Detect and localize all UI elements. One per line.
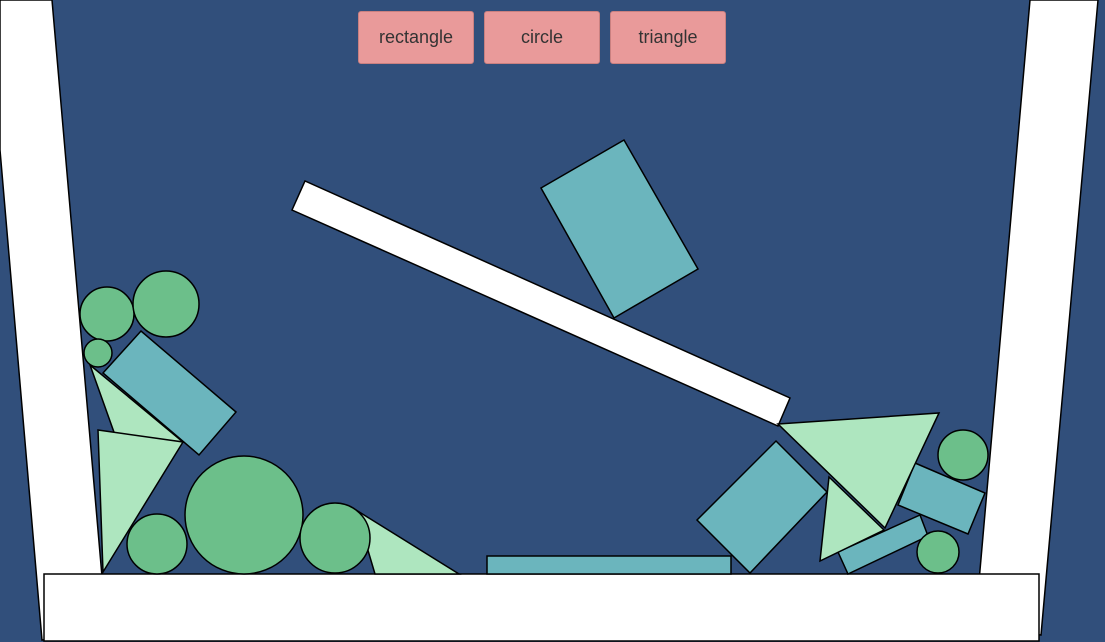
circle-body bbox=[184, 455, 304, 575]
floor bbox=[43, 573, 1040, 642]
tilted-plank bbox=[291, 180, 791, 427]
toolbar: rectangle circle triangle bbox=[358, 11, 726, 64]
add-triangle-button[interactable]: triangle bbox=[610, 11, 726, 64]
rectangle-body bbox=[695, 439, 829, 575]
rectangle-body bbox=[486, 555, 732, 575]
add-circle-button[interactable]: circle bbox=[484, 11, 600, 64]
rectangle-body bbox=[539, 138, 700, 320]
add-rectangle-button[interactable]: rectangle bbox=[358, 11, 474, 64]
circle-body bbox=[79, 286, 135, 342]
physics-canvas[interactable] bbox=[0, 0, 1105, 642]
circle-body bbox=[299, 502, 371, 574]
circle-body bbox=[916, 530, 960, 574]
triangle-body bbox=[354, 508, 462, 575]
circle-body bbox=[83, 338, 113, 368]
circle-body bbox=[126, 513, 188, 575]
right-wall bbox=[974, 0, 1099, 636]
circle-body bbox=[132, 270, 200, 338]
circle-body bbox=[937, 429, 989, 481]
